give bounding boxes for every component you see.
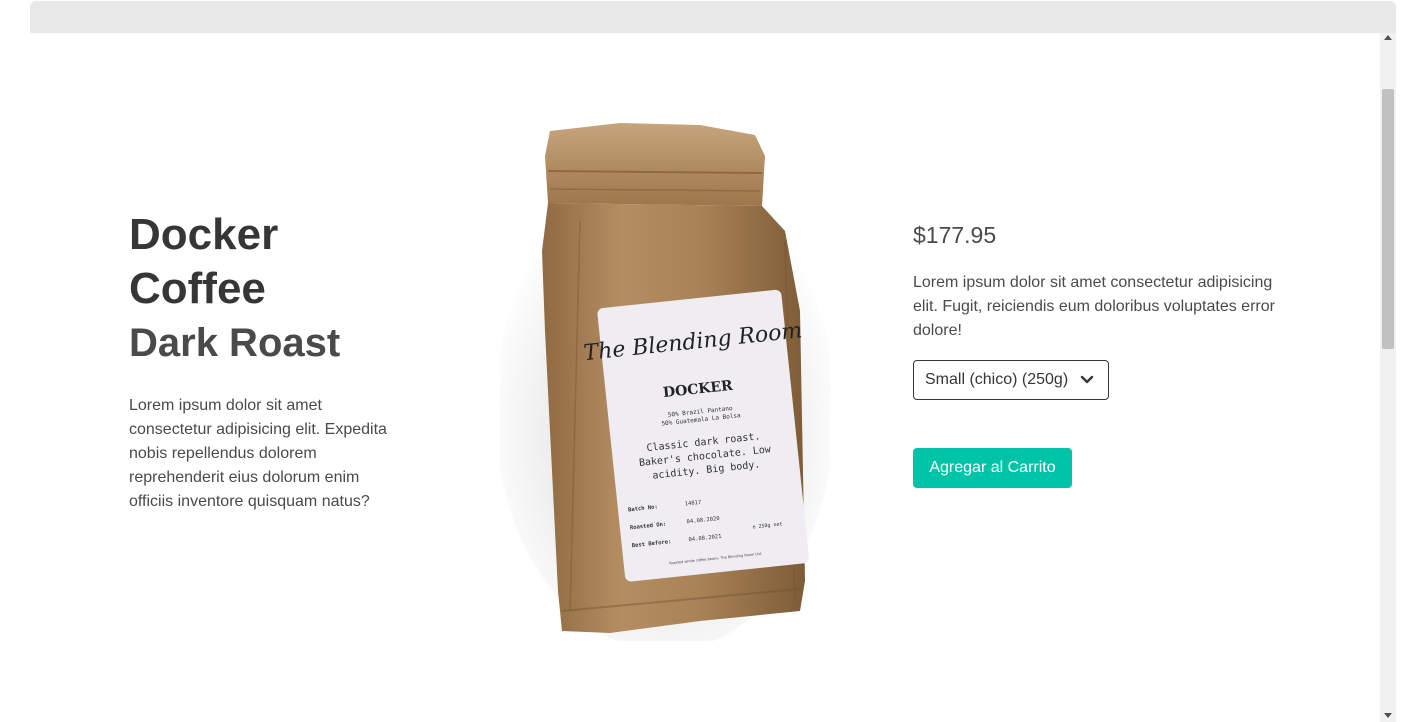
scroll-down-arrow-icon[interactable] bbox=[1384, 713, 1392, 718]
product-name: Docker Coffee bbox=[129, 210, 279, 313]
product-roast: Dark Roast bbox=[129, 321, 341, 365]
scrollbar-thumb[interactable] bbox=[1382, 89, 1394, 349]
product-title-block: Docker Coffee Dark Roast Lorem ipsum dol… bbox=[129, 208, 399, 514]
product-short-description: Lorem ipsum dolor sit amet consectetur a… bbox=[129, 397, 387, 510]
size-select-value: Small (chico) (250g) bbox=[925, 371, 1069, 388]
purchase-panel: $177.95 Lorem ipsum dolor sit amet conse… bbox=[913, 220, 1293, 488]
coffee-bag-image: The Blending Room DOCKER 50% Brazil Pant… bbox=[500, 123, 830, 641]
chevron-down-icon bbox=[1080, 375, 1094, 384]
product-price: $177.95 bbox=[913, 222, 997, 248]
size-select[interactable]: Small (chico) (250g) bbox=[913, 360, 1110, 400]
browser-top-bar bbox=[30, 1, 1396, 33]
product-long-description: Lorem ipsum dolor sit amet consectetur a… bbox=[913, 274, 1275, 339]
page-viewport: Docker Coffee Dark Roast Lorem ipsum dol… bbox=[30, 33, 1380, 722]
scroll-up-arrow-icon[interactable] bbox=[1384, 35, 1392, 40]
vertical-scrollbar[interactable] bbox=[1380, 33, 1396, 722]
add-to-cart-button[interactable]: Agregar al Carrito bbox=[913, 448, 1072, 488]
